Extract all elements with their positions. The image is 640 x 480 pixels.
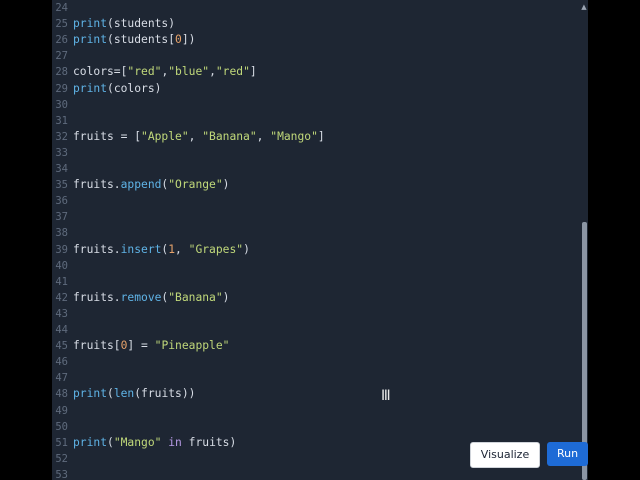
code-text: fruits.append("Orange") bbox=[73, 177, 229, 193]
code-token: "Banana" bbox=[168, 290, 223, 304]
code-token: fruits. bbox=[73, 178, 121, 192]
line-number: 43 bbox=[55, 307, 68, 320]
code-text: fruits = ["Apple", "Banana", "Mango"] bbox=[73, 129, 325, 145]
code-text: print(colors) bbox=[73, 81, 161, 97]
line-number: 45 bbox=[55, 340, 68, 353]
code-token: ] = bbox=[127, 339, 155, 353]
code-token: , bbox=[188, 129, 203, 143]
code-token: "Apple" bbox=[141, 129, 189, 143]
code-token: "Pineapple" bbox=[154, 339, 230, 353]
code-token: fruits = [ bbox=[73, 129, 142, 143]
code-token: print bbox=[73, 387, 108, 401]
code-token: print bbox=[73, 435, 108, 449]
code-token: "red" bbox=[127, 65, 162, 79]
line-number: 39 bbox=[55, 243, 68, 256]
line-number: 26 bbox=[55, 34, 68, 47]
scroll-up-arrow-icon[interactable]: ▲ bbox=[580, 2, 588, 12]
line-number: 37 bbox=[55, 211, 68, 224]
code-token: ( bbox=[107, 387, 114, 401]
code-token: print bbox=[73, 81, 108, 95]
code-token: fruits. bbox=[73, 290, 121, 304]
code-token: ( bbox=[107, 435, 114, 449]
code-token: print bbox=[73, 33, 108, 47]
line-number: 38 bbox=[55, 227, 68, 240]
code-token: append bbox=[120, 178, 162, 192]
code-token: ]) bbox=[181, 33, 196, 47]
run-button[interactable]: Run bbox=[547, 442, 588, 466]
code-token: remove bbox=[120, 290, 162, 304]
code-token: (students[ bbox=[107, 33, 176, 47]
code-text: print(len(fruits)) bbox=[73, 386, 195, 402]
line-number: 25 bbox=[55, 18, 68, 31]
code-token: fruits[ bbox=[73, 339, 121, 353]
code-token: ] bbox=[317, 129, 325, 143]
code-text: print("Mango" in fruits) bbox=[73, 435, 236, 451]
code-token: "Banana" bbox=[202, 129, 257, 143]
code-token: colors=[ bbox=[73, 65, 128, 79]
code-token: "blue" bbox=[168, 65, 210, 79]
line-number: 30 bbox=[55, 98, 68, 111]
code-token: (students) bbox=[107, 17, 176, 31]
line-number: 47 bbox=[55, 372, 68, 385]
text-cursor-icon: Ⅲ bbox=[381, 388, 391, 404]
code-token: 0 bbox=[175, 33, 182, 47]
line-number: 51 bbox=[55, 436, 68, 449]
code-text: fruits.remove("Banana") bbox=[73, 290, 229, 306]
line-number: 29 bbox=[55, 82, 68, 95]
code-editor[interactable]: 24 25 print(students) 26 print(students[0]) 2… bbox=[52, 0, 588, 480]
code-token: fruits) bbox=[181, 435, 237, 449]
code-token: "Mango" bbox=[270, 129, 318, 143]
line-number: 31 bbox=[55, 114, 68, 127]
code-token: "Grapes" bbox=[188, 242, 244, 256]
line-number: 50 bbox=[55, 420, 68, 433]
visualize-button[interactable]: Visualize bbox=[470, 442, 540, 468]
code-token: "Mango" bbox=[113, 435, 162, 449]
code-token: , bbox=[256, 129, 271, 143]
code-token: , bbox=[209, 65, 216, 79]
code-token: "red" bbox=[215, 65, 250, 79]
code-text: fruits[0] = "Pineapple" bbox=[73, 338, 229, 354]
code-text: print(students) bbox=[73, 16, 175, 32]
line-number: 27 bbox=[55, 50, 68, 63]
code-token: len bbox=[113, 387, 135, 401]
line-number: 46 bbox=[55, 356, 68, 369]
code-text: print(students[0]) bbox=[73, 32, 195, 48]
code-token: (colors) bbox=[107, 81, 162, 95]
code-token: ) bbox=[222, 290, 230, 304]
line-number: 35 bbox=[55, 179, 68, 192]
line-number: 53 bbox=[55, 468, 68, 480]
line-number: 42 bbox=[55, 291, 68, 304]
code-text: fruits.insert(1, "Grapes") bbox=[73, 242, 250, 258]
code-token: fruits. bbox=[73, 242, 121, 256]
line-number: 44 bbox=[55, 324, 68, 336]
code-token: ] bbox=[249, 65, 257, 79]
code-token: ) bbox=[243, 242, 250, 256]
code-token: in bbox=[168, 435, 182, 449]
line-number: 36 bbox=[55, 195, 68, 208]
line-number: 40 bbox=[55, 259, 68, 272]
code-token: , bbox=[175, 242, 189, 256]
line-number: 34 bbox=[55, 163, 68, 175]
line-number: 24 bbox=[55, 2, 68, 14]
code-token: print bbox=[73, 17, 108, 31]
line-number: 49 bbox=[55, 404, 68, 417]
line-number: 28 bbox=[55, 66, 68, 79]
code-token: "Orange" bbox=[168, 178, 223, 192]
code-token: (fruits)) bbox=[134, 387, 196, 401]
code-text: colors=["red","blue","red"] bbox=[73, 64, 257, 80]
line-number: 41 bbox=[55, 275, 68, 288]
code-token: ) bbox=[222, 178, 230, 192]
code-token: insert bbox=[120, 242, 162, 256]
line-number: 48 bbox=[55, 388, 68, 401]
line-number: 33 bbox=[55, 146, 68, 159]
line-number: 52 bbox=[55, 452, 68, 465]
line-number: 32 bbox=[55, 130, 68, 143]
